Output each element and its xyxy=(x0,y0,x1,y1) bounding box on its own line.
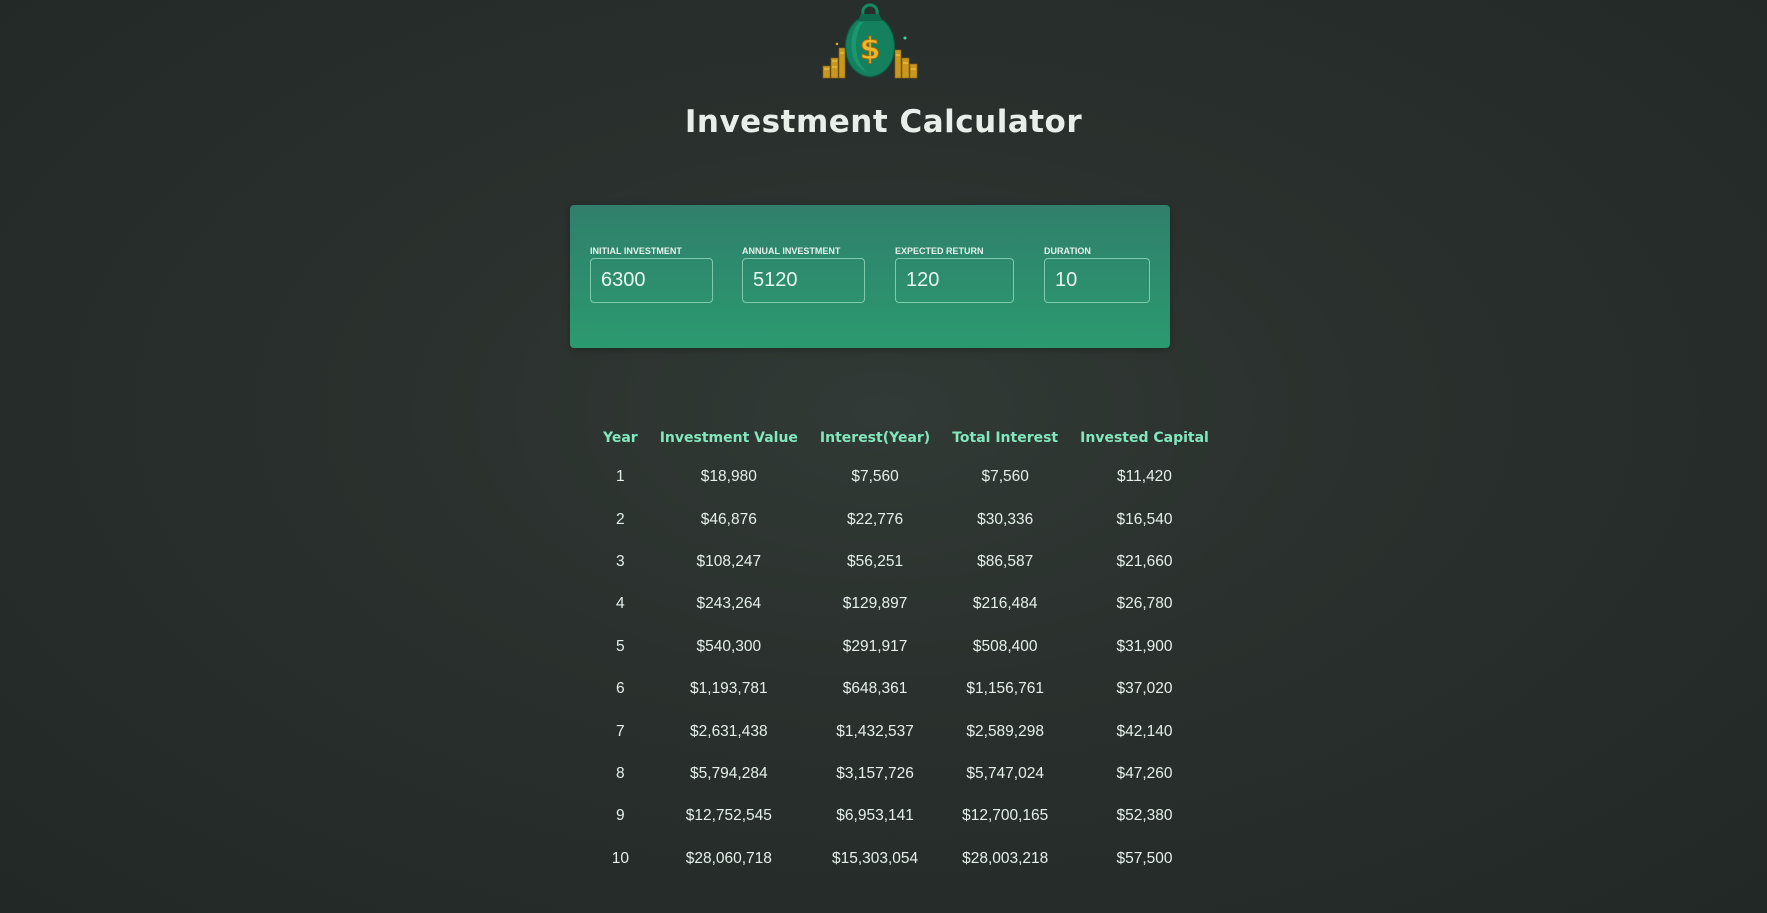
interest-year-cell: $129,897 xyxy=(842,595,908,613)
initial-investment-group: Initial Investment xyxy=(590,246,713,303)
invested-capital-cell: $21,660 xyxy=(1116,552,1173,570)
investment-value-cell: $5,794,284 xyxy=(690,764,768,782)
total-interest-cell: $2,589,298 xyxy=(966,722,1044,740)
header-year: Year xyxy=(603,430,638,446)
year-cell: 1 xyxy=(616,468,625,486)
total-interest-cell: $30,336 xyxy=(977,510,1034,528)
interest-year-cell: $15,303,054 xyxy=(831,849,919,867)
year-cell: 6 xyxy=(616,680,625,698)
investment-value-cell: $28,060,718 xyxy=(685,849,772,867)
header-investment-value: Investment Value xyxy=(659,430,798,446)
results-table: Year Investment Value Interest(Year) Tot… xyxy=(592,420,1220,880)
year-cell: 10 xyxy=(611,849,629,867)
table-row: 8 $5,794,284 $3,157,726 $5,747,024 $47,260 xyxy=(592,753,1220,795)
investment-value-cell: $1,193,781 xyxy=(690,680,768,698)
money-bag-logo: $ xyxy=(817,0,923,80)
investment-value-cell: $12,752,545 xyxy=(685,807,772,825)
interest-year-cell: $1,432,537 xyxy=(836,722,914,740)
invested-capital-cell: $11,420 xyxy=(1117,468,1172,486)
year-cell: 3 xyxy=(616,552,625,570)
total-interest-cell: $216,484 xyxy=(972,595,1038,613)
invested-capital-cell: $57,500 xyxy=(1116,849,1173,867)
year-cell: 5 xyxy=(616,637,625,655)
table-row: 6 $1,193,781 $648,361 $1,156,761 $37,020 xyxy=(592,668,1220,710)
interest-year-cell: $3,157,726 xyxy=(836,764,914,782)
total-interest-cell: $1,156,761 xyxy=(966,680,1044,698)
investment-value-cell: $243,264 xyxy=(696,595,762,613)
investment-value-cell: $540,300 xyxy=(696,637,762,655)
results-body: 1 $18,980 $7,560 $7,560 $11,420 2 $46,876 $22,7… xyxy=(592,456,1220,880)
money-bag-dollar-icon: $ xyxy=(822,3,918,79)
invested-capital-cell: $26,780 xyxy=(1116,595,1173,613)
table-row: 4 $243,264 $129,897 $216,484 $26,780 xyxy=(592,583,1220,625)
annual-investment-input[interactable] xyxy=(742,258,865,303)
total-interest-cell: $508,400 xyxy=(972,637,1038,655)
year-cell: 8 xyxy=(616,764,625,782)
table-row: 1 $18,980 $7,560 $7,560 $11,420 xyxy=(592,456,1220,498)
year-cell: 9 xyxy=(616,807,625,825)
interest-year-cell: $7,560 xyxy=(851,468,899,486)
initial-investment-input[interactable] xyxy=(590,258,713,303)
interest-year-cell: $291,917 xyxy=(842,637,908,655)
total-interest-cell: $12,700,165 xyxy=(962,807,1049,825)
table-row: 10 $28,060,718 $15,303,054 $28,003,218 $57,5… xyxy=(592,838,1220,880)
user-input-panel: Initial Investment Annual Investment Exp… xyxy=(570,205,1170,348)
expected-return-group: Expected Return xyxy=(895,246,1014,303)
year-cell: 4 xyxy=(616,595,625,613)
interest-year-cell: $22,776 xyxy=(847,510,904,528)
duration-label: Duration xyxy=(1044,246,1091,256)
year-cell: 7 xyxy=(616,722,625,740)
total-interest-cell: $28,003,218 xyxy=(962,849,1049,867)
invested-capital-cell: $52,380 xyxy=(1116,807,1173,825)
interest-year-cell: $648,361 xyxy=(842,680,908,698)
duration-group: Duration xyxy=(1044,246,1150,303)
table-row: 7 $2,631,438 $1,432,537 $2,589,298 $42,140 xyxy=(592,710,1220,752)
total-interest-cell: $86,587 xyxy=(977,552,1034,570)
annual-investment-label: Annual Investment xyxy=(742,246,841,256)
year-cell: 2 xyxy=(616,510,625,528)
investment-value-cell: $2,631,438 xyxy=(690,722,768,740)
investment-value-cell: $108,247 xyxy=(696,552,762,570)
interest-year-cell: $56,251 xyxy=(847,552,904,570)
invested-capital-cell: $31,900 xyxy=(1116,637,1173,655)
invested-capital-cell: $16,540 xyxy=(1116,510,1173,528)
svg-text:$: $ xyxy=(860,32,881,67)
table-row: 3 $108,247 $56,251 $86,587 $21,660 xyxy=(592,541,1220,583)
annual-investment-group: Annual Investment xyxy=(742,246,865,303)
interest-year-cell: $6,953,141 xyxy=(836,807,914,825)
expected-return-input[interactable] xyxy=(895,258,1014,303)
results-header-row: Year Investment Value Interest(Year) Tot… xyxy=(592,420,1220,456)
header-total-interest: Total Interest xyxy=(952,430,1059,446)
header-invested-capital: Invested Capital xyxy=(1080,430,1209,446)
page-title: Investment Calculator xyxy=(684,104,1083,140)
duration-input[interactable] xyxy=(1044,258,1150,303)
investment-value-cell: $18,980 xyxy=(700,468,757,486)
invested-capital-cell: $47,260 xyxy=(1116,764,1173,782)
table-row: 9 $12,752,545 $6,953,141 $12,700,165 $52,380 xyxy=(592,795,1220,837)
table-row: 2 $46,876 $22,776 $30,336 $16,540 xyxy=(592,498,1220,540)
invested-capital-cell: $42,140 xyxy=(1116,722,1173,740)
total-interest-cell: $7,560 xyxy=(981,468,1029,486)
header-interest-year: Interest(Year) xyxy=(819,430,931,446)
total-interest-cell: $5,747,024 xyxy=(966,764,1044,782)
initial-investment-label: Initial Investment xyxy=(590,246,682,256)
investment-value-cell: $46,876 xyxy=(700,510,757,528)
table-row: 5 $540,300 $291,917 $508,400 $31,900 xyxy=(592,626,1220,668)
expected-return-label: Expected Return xyxy=(895,246,984,256)
invested-capital-cell: $37,020 xyxy=(1116,680,1173,698)
